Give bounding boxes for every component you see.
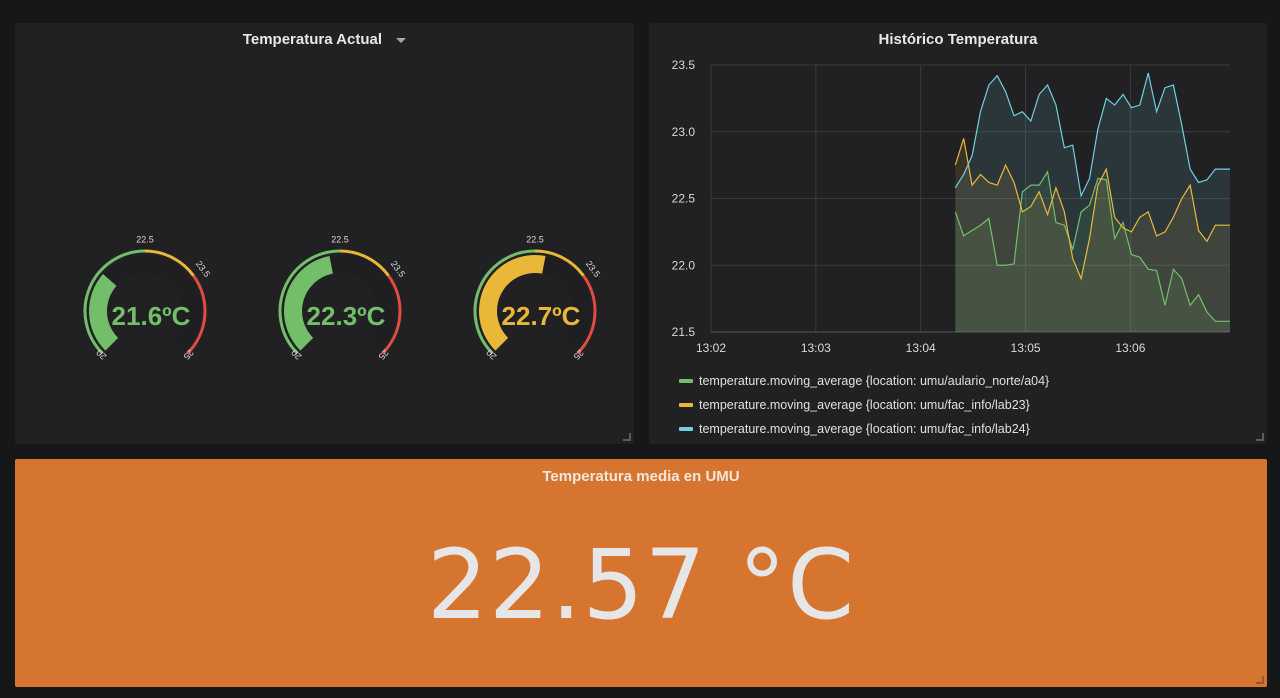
legend-label: temperature.moving_average {location: um…	[699, 422, 1030, 436]
gauge-min-label: 20	[94, 347, 108, 361]
gauge-threshold-label: 22.5	[136, 234, 154, 244]
resize-handle-icon[interactable]	[1256, 433, 1264, 441]
stat-panel: Temperatura media en UMU 22.57 °C	[15, 459, 1267, 687]
gauge-threshold-label: 22.5	[331, 234, 349, 244]
gauge-threshold-label: 23.5	[194, 259, 212, 279]
stat-value: 22.57 °C	[426, 529, 856, 641]
gauge: 20 2522.523.522.7ºC	[473, 234, 602, 362]
gauge: 20 2522.523.522.3ºC	[278, 234, 407, 362]
y-tick-label: 21.5	[672, 325, 696, 339]
resize-handle-icon[interactable]	[1256, 676, 1264, 684]
gauge-value-text: 22.3ºC	[307, 301, 386, 331]
y-tick-label: 22.5	[672, 192, 696, 206]
resize-handle-icon[interactable]	[623, 433, 631, 441]
gauge-panel: Temperatura Actual 20 25 22.5 23.5 21.6ºC 20 2…	[15, 23, 634, 444]
legend-swatch	[679, 379, 693, 383]
y-tick-label: 22.0	[672, 258, 696, 272]
x-tick-label: 13:02	[696, 341, 726, 355]
legend-label: temperature.moving_average {location: um…	[699, 374, 1050, 388]
legend-swatch	[679, 427, 693, 431]
gauges-area: 20 2522.523.521.6ºC20 2522.523.522.3ºC20 25…	[83, 234, 602, 362]
legend-item[interactable]: temperature.moving_average {location: um…	[679, 417, 1049, 441]
graph-panel: Histórico Temperatura 23.5 23.0 22.5 22.0 21…	[649, 23, 1267, 444]
x-tick-label: 13:05	[1011, 341, 1041, 355]
x-tick-label: 13:04	[906, 341, 936, 355]
x-tick-label: 13:06	[1115, 341, 1145, 355]
gauge-value-text: 22.7ºC	[502, 301, 581, 331]
legend-item[interactable]: temperature.moving_average {location: um…	[679, 393, 1049, 417]
legend-swatch	[679, 403, 693, 407]
gauge-threshold-label: 23.5	[389, 259, 407, 279]
gauge-value-text: 21.6ºC	[112, 301, 191, 331]
series-area	[955, 73, 1230, 332]
legend-item[interactable]: temperature.moving_average {location: um…	[679, 369, 1049, 393]
gauge: 20 25 22.5 23.5 21.6ºC	[83, 234, 212, 362]
stat-panel-title[interactable]: Temperatura media en UMU	[15, 468, 1267, 485]
line-chart[interactable]: 23.5 23.0 22.5 22.0 21.513:02 13:03 13:04 13:05…	[649, 23, 1267, 363]
y-tick-label: 23.0	[672, 125, 696, 139]
gauge-threshold-label: 22.5	[526, 234, 544, 244]
gauge-max-label: 25	[571, 347, 585, 361]
x-tick-label: 13:03	[801, 341, 831, 355]
gauge-max-label: 25	[181, 347, 195, 361]
gauge-threshold-label: 23.5	[584, 259, 602, 279]
legend-label: temperature.moving_average {location: um…	[699, 398, 1030, 412]
chart-legend: temperature.moving_average {location: um…	[679, 369, 1049, 441]
y-tick-label: 23.5	[672, 58, 696, 72]
